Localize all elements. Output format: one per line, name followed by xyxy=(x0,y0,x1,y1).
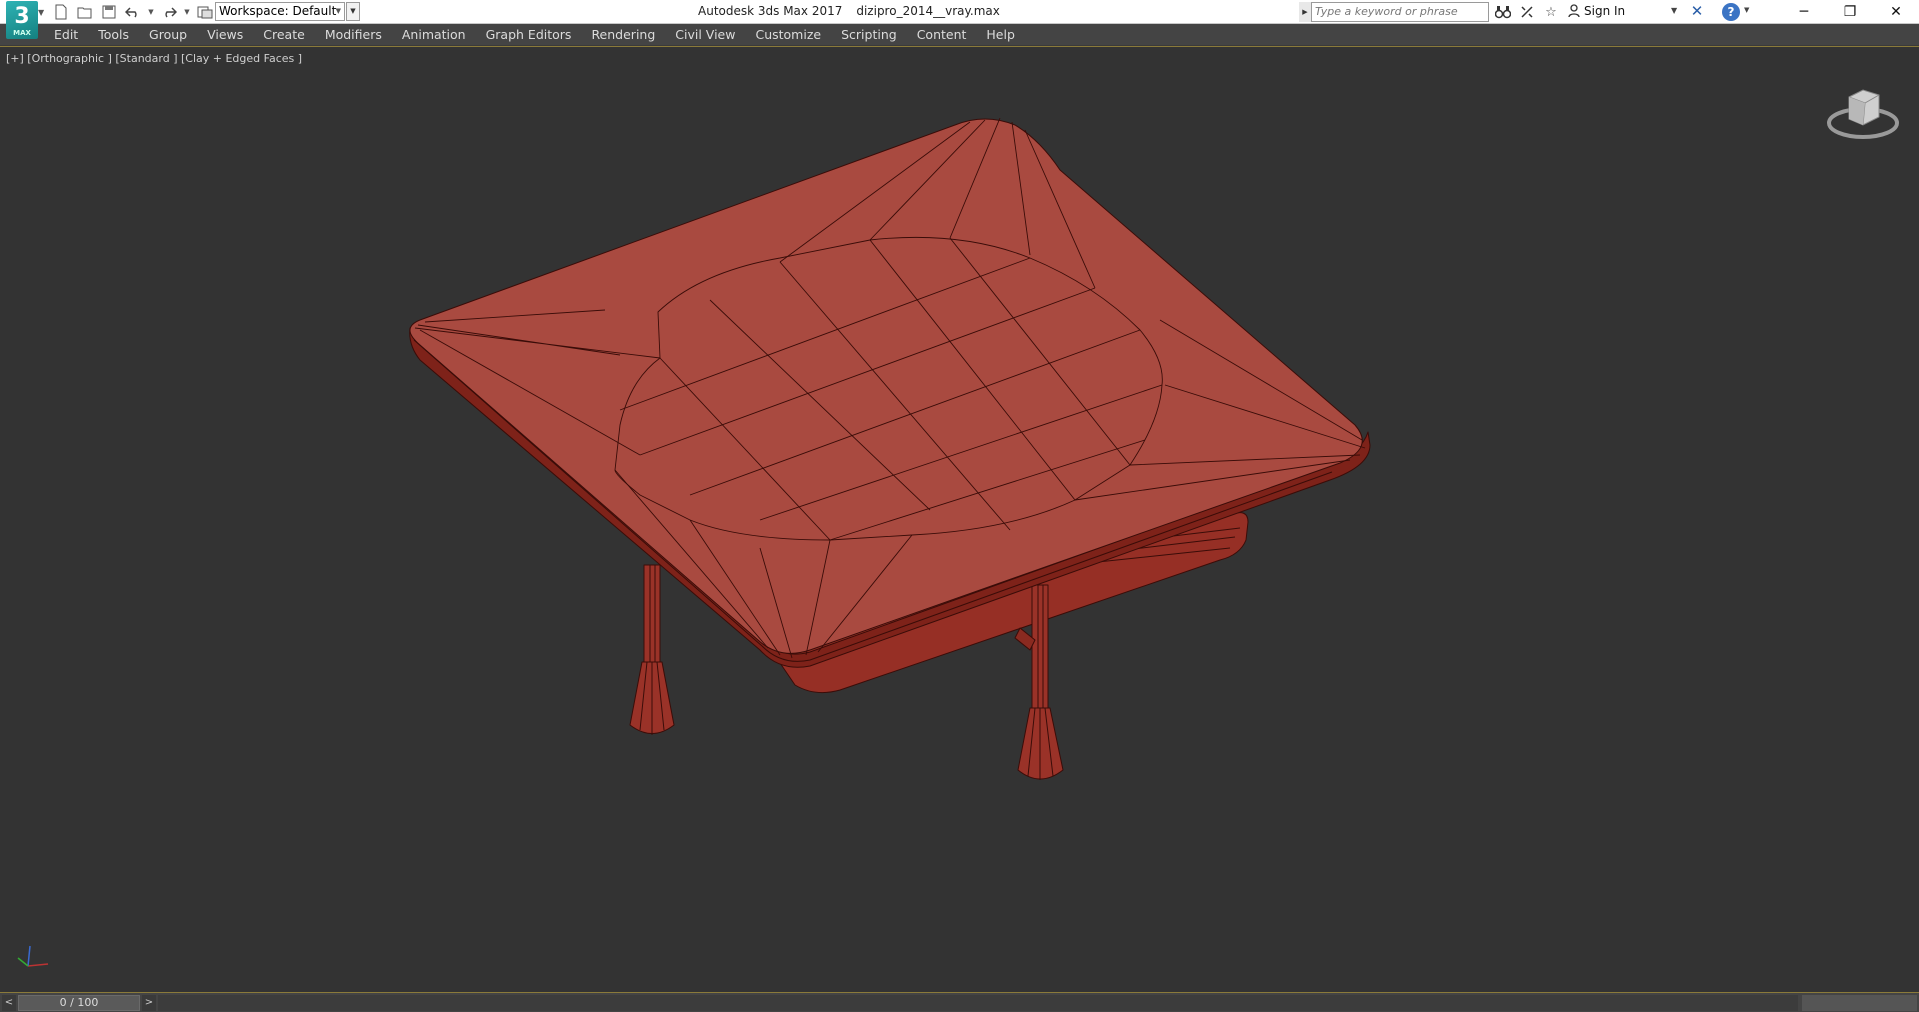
menu-item-help[interactable]: Help xyxy=(976,24,1025,46)
save-file-icon[interactable] xyxy=(98,2,120,22)
minimize-button[interactable]: ─ xyxy=(1781,0,1827,24)
time-slider-prev-button[interactable]: < xyxy=(2,995,16,1011)
quick-access-toolbar: ▼ ▼ xyxy=(50,2,216,22)
customize-toolbar-icon[interactable]: ▼ xyxy=(346,2,360,21)
window-title: Autodesk 3ds Max 2017 dizipro_2014__vray.… xyxy=(698,4,1000,18)
undo-icon[interactable] xyxy=(122,2,144,22)
app-logo-subtext: MAX xyxy=(13,29,31,37)
table-model[interactable] xyxy=(0,47,1919,992)
menu-item-rendering[interactable]: Rendering xyxy=(581,24,665,46)
sign-in-label: Sign In xyxy=(1584,4,1626,18)
search-expand-icon[interactable]: ▶ xyxy=(1299,2,1311,22)
menu-item-tools[interactable]: Tools xyxy=(88,24,139,46)
chevron-down-icon: ▼ xyxy=(335,7,341,15)
viewcube-icon[interactable] xyxy=(1823,75,1903,145)
user-icon xyxy=(1568,4,1580,18)
undo-dropdown-icon[interactable]: ▼ xyxy=(146,2,156,22)
app-menu-dropdown-icon[interactable]: ▼ xyxy=(38,8,44,17)
infocenter-toolbar: ☆ xyxy=(1493,2,1561,22)
workspace-label: Workspace: Default xyxy=(219,4,337,18)
binoculars-icon[interactable] xyxy=(1493,2,1513,22)
menu-item-graph-editors[interactable]: Graph Editors xyxy=(476,24,582,46)
window-controls: ─ ❐ ✕ xyxy=(1781,0,1919,24)
menu-item-edit[interactable]: Edit xyxy=(44,24,88,46)
axis-tripod-icon xyxy=(17,945,49,967)
open-file-icon[interactable] xyxy=(74,2,96,22)
menu-bar: Edit Tools Group Views Create Modifiers … xyxy=(0,24,1919,46)
help-icon[interactable]: ? xyxy=(1722,3,1740,21)
perspective-viewport[interactable]: [+] [Orthographic ] [Standard ] [Clay + … xyxy=(0,47,1919,992)
exchange-apps-icon[interactable]: ✕ xyxy=(1687,2,1707,22)
close-button[interactable]: ✕ xyxy=(1873,0,1919,24)
app-name: Autodesk 3ds Max 2017 xyxy=(698,4,843,18)
search-input[interactable]: Type a keyword or phrase xyxy=(1311,2,1489,22)
menu-item-group[interactable]: Group xyxy=(139,24,197,46)
table-leg-left xyxy=(629,564,675,735)
favorites-star-icon[interactable]: ☆ xyxy=(1541,2,1561,22)
menu-item-modifiers[interactable]: Modifiers xyxy=(315,24,392,46)
title-bar: 3 MAX ▼ ▼ ▼ Workspace: Default ▼ ▼ Autod… xyxy=(0,0,1919,39)
restore-button[interactable]: ❐ xyxy=(1827,0,1873,24)
menu-item-create[interactable]: Create xyxy=(253,24,315,46)
main-menu: Edit Tools Group Views Create Modifiers … xyxy=(44,24,1025,46)
menu-item-scripting[interactable]: Scripting xyxy=(831,24,907,46)
redo-dropdown-icon[interactable]: ▼ xyxy=(182,2,192,22)
menu-item-customize[interactable]: Customize xyxy=(745,24,831,46)
new-file-icon[interactable] xyxy=(50,2,72,22)
menu-item-content[interactable]: Content xyxy=(907,24,977,46)
menu-item-views[interactable]: Views xyxy=(197,24,253,46)
sign-in-button[interactable]: Sign In xyxy=(1568,4,1625,18)
subscription-icon[interactable] xyxy=(1517,2,1537,22)
redo-icon[interactable] xyxy=(158,2,180,22)
app-logo-button[interactable]: 3 MAX xyxy=(6,1,38,39)
search-placeholder: Type a keyword or phrase xyxy=(1315,5,1458,18)
sign-in-dropdown-icon[interactable]: ▼ xyxy=(1671,6,1677,15)
menu-item-civil-view[interactable]: Civil View xyxy=(665,24,745,46)
file-name: dizipro_2014__vray.max xyxy=(856,4,1000,18)
time-slider: < 0 / 100 > xyxy=(0,992,1919,1012)
time-slider-scrollbar[interactable] xyxy=(1802,995,1917,1011)
workspace-dropdown[interactable]: Workspace: Default ▼ xyxy=(215,2,345,21)
menu-item-animation[interactable]: Animation xyxy=(392,24,476,46)
time-slider-thumb[interactable]: 0 / 100 xyxy=(18,995,140,1011)
app-logo-text: 3 xyxy=(14,4,30,29)
time-slider-next-button[interactable]: > xyxy=(142,995,156,1011)
time-slider-track[interactable] xyxy=(158,995,1798,1011)
project-folder-icon[interactable] xyxy=(194,2,216,22)
help-dropdown-icon[interactable]: ▼ xyxy=(1744,6,1749,14)
